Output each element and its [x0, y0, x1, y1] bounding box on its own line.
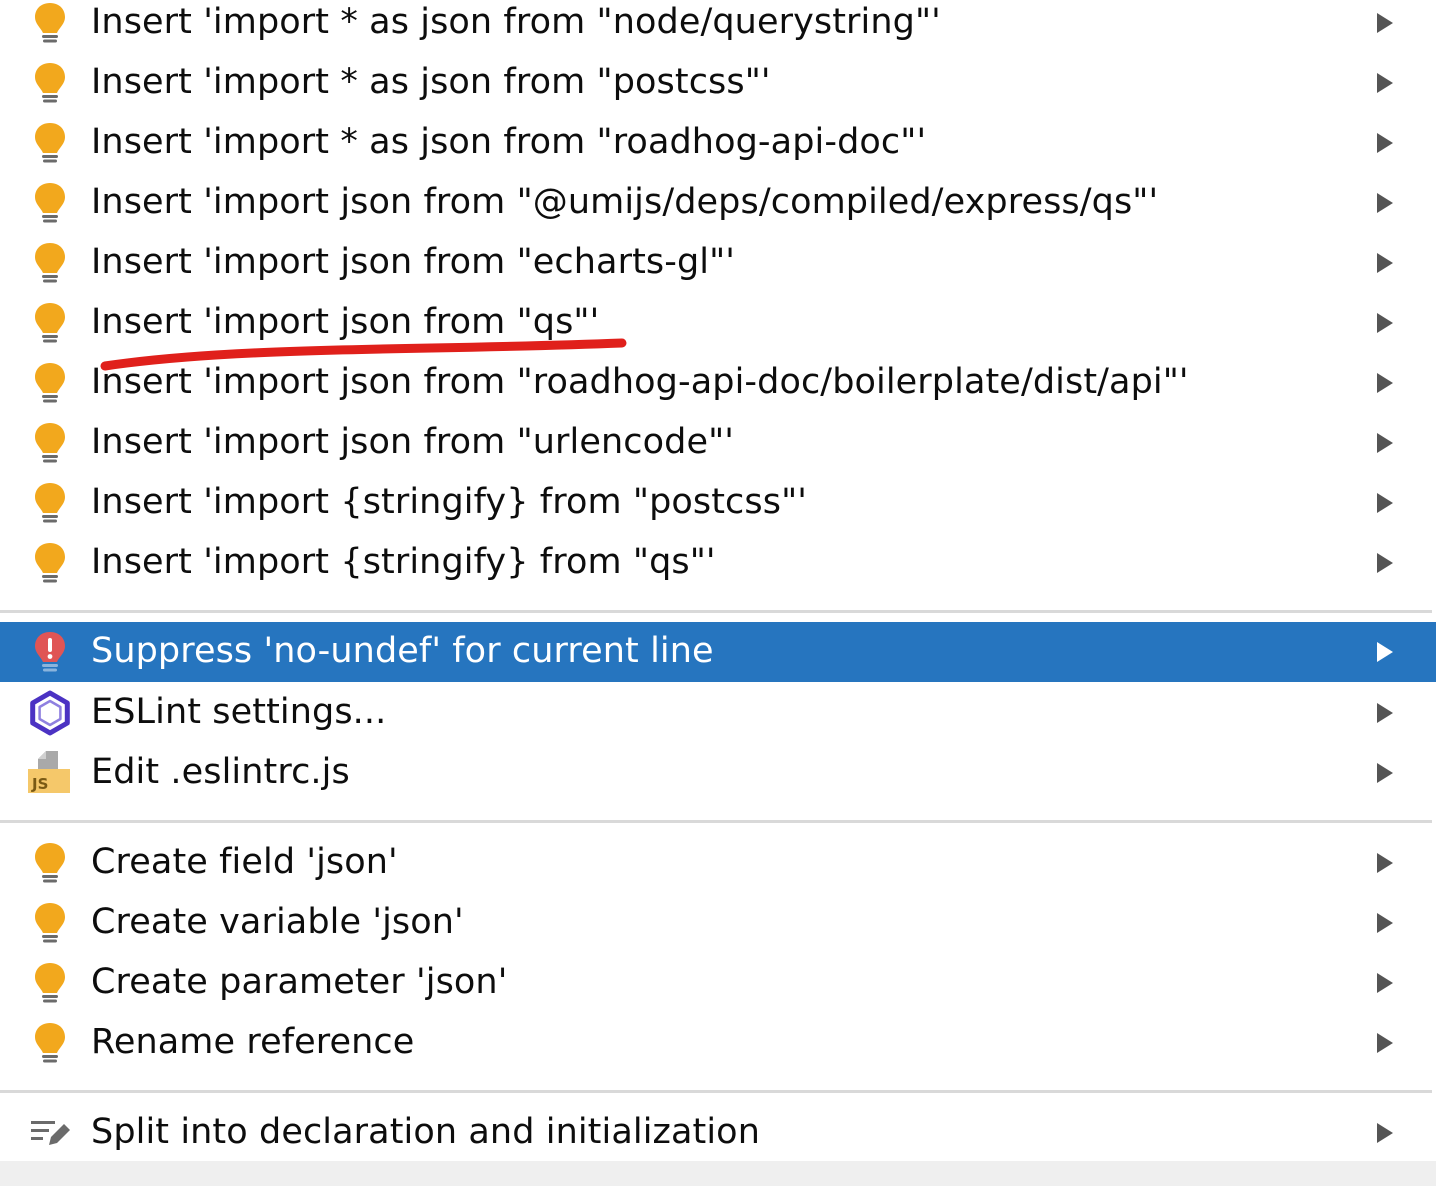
submenu-arrow-icon — [1377, 703, 1393, 723]
menu-item-rename-reference[interactable]: Rename reference — [0, 1013, 1436, 1073]
bulb-icon — [22, 898, 78, 948]
bulb-icon — [22, 958, 78, 1008]
menu-item-label: Insert 'import * as json from "roadhog-a… — [91, 122, 927, 163]
menu-item-import-echarts-gl[interactable]: Insert 'import json from "echarts-gl"' — [0, 233, 1436, 293]
menu-footer — [0, 1161, 1436, 1186]
menu-item-split-declaration[interactable]: Split into declaration and initializatio… — [0, 1103, 1436, 1163]
submenu-arrow-icon — [1377, 193, 1393, 213]
bulb-icon — [22, 118, 78, 168]
menu-item-label: Insert 'import * as json from "node/quer… — [91, 2, 941, 43]
submenu-arrow-icon — [1377, 642, 1393, 662]
menu-item-import-postcss[interactable]: Insert 'import * as json from "postcss"' — [0, 53, 1436, 113]
bulb-icon — [22, 1018, 78, 1068]
menu-item-eslint-settings[interactable]: ESLint settings... — [0, 683, 1436, 743]
submenu-arrow-icon — [1377, 1033, 1393, 1053]
menu-item-label: Insert 'import {stringify} from "postcss… — [91, 482, 807, 523]
menu-item-label: Split into declaration and initializatio… — [91, 1112, 760, 1153]
bulb-icon — [22, 478, 78, 528]
menu-item-label: Insert 'import json from "qs"' — [91, 302, 600, 343]
menu-item-suppress-no-undef[interactable]: Suppress 'no-undef' for current line — [0, 622, 1436, 682]
submenu-arrow-icon — [1377, 313, 1393, 333]
menu-item-import-node-querystring[interactable]: Insert 'import * as json from "node/quer… — [0, 0, 1436, 53]
bulb-icon — [22, 538, 78, 588]
error-bulb-icon — [22, 627, 78, 677]
submenu-arrow-icon — [1377, 1123, 1393, 1143]
menu-item-import-stringify-postcss[interactable]: Insert 'import {stringify} from "postcss… — [0, 473, 1436, 533]
submenu-arrow-icon — [1377, 853, 1393, 873]
menu-item-create-parameter[interactable]: Create parameter 'json' — [0, 953, 1436, 1013]
submenu-arrow-icon — [1377, 553, 1393, 573]
submenu-arrow-icon — [1377, 973, 1393, 993]
menu-item-create-variable[interactable]: Create variable 'json' — [0, 893, 1436, 953]
menu-item-label: ESLint settings... — [91, 692, 387, 733]
menu-item-label: Insert 'import json from "echarts-gl"' — [91, 242, 736, 283]
menu-item-label: Edit .eslintrc.js — [91, 752, 350, 793]
menu-item-label: Create parameter 'json' — [91, 962, 508, 1003]
edit-icon — [22, 1108, 78, 1158]
menu-item-label: Insert 'import * as json from "postcss"' — [91, 62, 771, 103]
menu-item-label: Insert 'import json from "@umijs/deps/co… — [91, 182, 1159, 223]
bulb-icon — [22, 418, 78, 468]
menu-item-label: Create field 'json' — [91, 842, 398, 883]
menu-separator — [0, 610, 1432, 613]
menu-item-import-stringify-qs[interactable]: Insert 'import {stringify} from "qs"' — [0, 533, 1436, 593]
menu-item-create-field[interactable]: Create field 'json' — [0, 833, 1436, 893]
menu-separator — [0, 820, 1432, 823]
menu-item-label: Insert 'import json from "urlencode"' — [91, 422, 735, 463]
menu-item-label: Create variable 'json' — [91, 902, 464, 943]
menu-item-label: Insert 'import json from "roadhog-api-do… — [91, 362, 1189, 403]
bulb-icon — [22, 838, 78, 888]
menu-item-import-roadhog-api-doc[interactable]: Insert 'import * as json from "roadhog-a… — [0, 113, 1436, 173]
bulb-icon — [22, 358, 78, 408]
menu-item-import-qs[interactable]: Insert 'import json from "qs"' — [0, 293, 1436, 353]
bulb-icon — [22, 178, 78, 228]
menu-item-import-roadhog-boilerplate-api[interactable]: Insert 'import json from "roadhog-api-do… — [0, 353, 1436, 413]
submenu-arrow-icon — [1377, 73, 1393, 93]
bulb-icon — [22, 58, 78, 108]
submenu-arrow-icon — [1377, 373, 1393, 393]
bulb-icon — [22, 298, 78, 348]
context-menu: Insert 'import * as json from "node/quer… — [0, 0, 1436, 1186]
menu-item-label: Insert 'import {stringify} from "qs"' — [91, 542, 716, 583]
eslint-icon — [22, 688, 78, 738]
submenu-arrow-icon — [1377, 493, 1393, 513]
menu-item-import-urlencode[interactable]: Insert 'import json from "urlencode"' — [0, 413, 1436, 473]
menu-item-label: Suppress 'no-undef' for current line — [91, 631, 714, 672]
submenu-arrow-icon — [1377, 253, 1393, 273]
bulb-icon — [22, 0, 78, 48]
svg-text:JS: JS — [31, 775, 48, 793]
menu-item-import-umijs-qs[interactable]: Insert 'import json from "@umijs/deps/co… — [0, 173, 1436, 233]
js-file-icon: JS — [22, 748, 78, 798]
submenu-arrow-icon — [1377, 433, 1393, 453]
bulb-icon — [22, 238, 78, 288]
submenu-arrow-icon — [1377, 913, 1393, 933]
menu-separator — [0, 1090, 1432, 1093]
submenu-arrow-icon — [1377, 763, 1393, 783]
menu-item-label: Rename reference — [91, 1022, 415, 1063]
submenu-arrow-icon — [1377, 13, 1393, 33]
menu-item-edit-eslintrc[interactable]: JS Edit .eslintrc.js — [0, 743, 1436, 803]
submenu-arrow-icon — [1377, 133, 1393, 153]
